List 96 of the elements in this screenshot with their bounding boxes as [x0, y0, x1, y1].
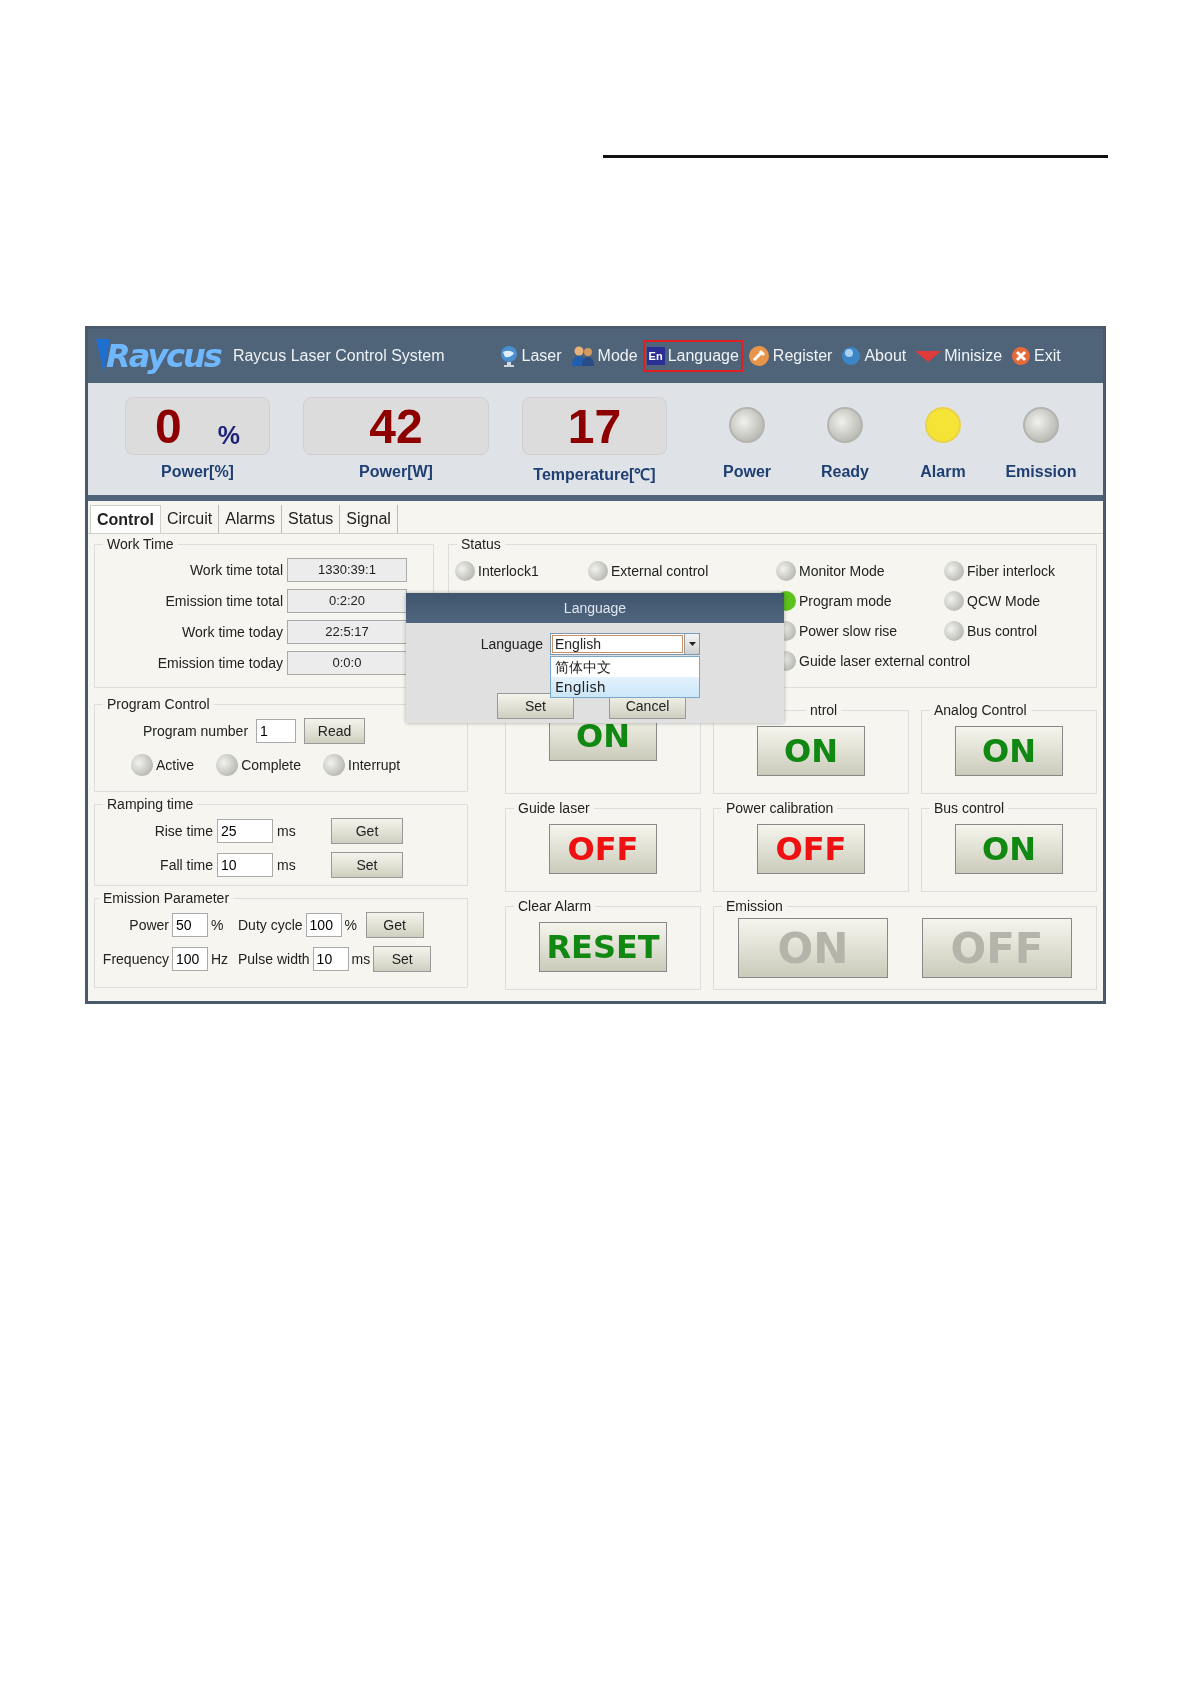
status-label: Program mode — [799, 593, 892, 609]
group-title: Status — [460, 536, 502, 552]
state-label: Interrupt — [348, 757, 401, 773]
group-title: Power calibration — [725, 800, 835, 816]
input-field[interactable]: 10 — [312, 947, 349, 971]
action-button[interactable]: Get — [365, 912, 424, 938]
lamp-label: Ready — [821, 463, 869, 481]
tab[interactable]: Control — [90, 505, 161, 533]
tab[interactable]: Signal — [340, 505, 398, 533]
dropdown-option[interactable]: English — [551, 677, 699, 697]
status-label: Monitor Mode — [799, 563, 885, 579]
input-field[interactable]: 50 — [172, 913, 208, 937]
field-label: Program number — [143, 723, 249, 739]
lamp-label: Emission — [1005, 463, 1077, 481]
field-label: Power — [128, 917, 169, 933]
unit-label: % — [344, 917, 359, 933]
action-button[interactable]: Set — [331, 852, 403, 878]
unit-label: ms — [351, 951, 371, 967]
unit-label: ms — [277, 857, 297, 873]
group-title: Work Time — [106, 536, 175, 552]
dropdown-option[interactable]: 简体中文 — [551, 657, 699, 677]
readonly-field: 0:0:0 — [287, 650, 407, 675]
group-title: Analog Control — [933, 702, 1028, 718]
input-field[interactable]: 100 — [305, 913, 342, 937]
lamp-label: Power — [723, 463, 771, 481]
readout-unit: % — [217, 420, 240, 450]
state-label: Complete — [241, 757, 302, 773]
menu-item[interactable]: Laser — [494, 338, 566, 374]
read-button[interactable]: Read — [304, 718, 366, 744]
language-badge: En — [646, 347, 665, 365]
caret-icon — [688, 641, 696, 647]
app-title: Raycus Laser Control System — [232, 347, 445, 365]
input-field[interactable]: 25 — [217, 819, 273, 843]
menu-item[interactable]: Exit — [1007, 339, 1065, 373]
group-title: Ramping time — [106, 796, 195, 812]
readout-value: 17 — [567, 398, 622, 454]
tab[interactable]: Status — [282, 505, 341, 533]
action-button[interactable]: Set — [373, 946, 432, 972]
status-label: Fiber interlock — [967, 563, 1055, 579]
toggle-button[interactable]: RESET — [539, 922, 667, 972]
readout-value: 0 — [155, 398, 182, 454]
input-field[interactable]: 10 — [217, 853, 273, 877]
status-label: Power slow rise — [799, 623, 898, 639]
field-label: Work time today — [182, 623, 283, 640]
globe-icon — [498, 345, 519, 367]
group-title: Bus control — [933, 800, 1006, 816]
field-label: Emission time total — [165, 592, 283, 609]
group-title: Program Control — [106, 696, 211, 712]
field-label: Work time total — [189, 561, 283, 578]
logo-text: Raycus — [106, 337, 221, 375]
readout-label: Power[%] — [161, 463, 234, 481]
program-number-field[interactable]: 1 — [256, 719, 297, 743]
field-label: Rise time — [153, 823, 213, 839]
readonly-field: 22:5:17 — [287, 619, 407, 644]
field-label: Emission time today — [157, 654, 283, 671]
language-dropdown[interactable]: English — [550, 633, 700, 655]
status-label: QCW Mode — [967, 593, 1041, 609]
status-label: Guide laser external control — [799, 653, 971, 669]
group-title: Emission Parameter — [102, 890, 231, 906]
group-title: ntrol — [809, 702, 839, 718]
action-button[interactable]: Get — [331, 818, 403, 844]
field-label: Fall time — [159, 857, 213, 873]
input-field[interactable]: 100 — [172, 947, 208, 971]
status-label: Bus control — [967, 623, 1038, 639]
lamp-label: Alarm — [920, 463, 966, 481]
readout-label: Temperature[℃] — [533, 465, 656, 485]
menu-item[interactable]: Mode — [566, 338, 642, 374]
triangle-down-icon — [915, 349, 942, 363]
unit-label: Hz — [211, 951, 229, 967]
group-title: Clear Alarm — [517, 898, 593, 914]
menu-item[interactable]: Minisize — [911, 340, 1007, 372]
tab[interactable]: Alarms — [219, 505, 282, 533]
group-title: Guide laser — [517, 800, 591, 816]
field-label: Frequency — [101, 951, 169, 967]
group-title: Emission — [725, 898, 784, 914]
sphere-icon — [841, 346, 862, 366]
menu-item[interactable]: En Language — [642, 340, 743, 372]
close-icon — [1011, 346, 1032, 366]
status-label: External control — [611, 563, 709, 579]
field-label: Language — [480, 636, 543, 652]
readout-label: Power[W] — [359, 463, 433, 481]
menu-item[interactable]: About — [837, 339, 911, 373]
tab[interactable]: Circuit — [160, 505, 220, 533]
dialog-title: Language — [406, 593, 784, 623]
dialog-button[interactable]: Set — [497, 693, 574, 719]
readout-value: 42 — [369, 398, 423, 454]
state-label: Active — [156, 757, 195, 773]
field-label: Duty cycle — [238, 917, 303, 933]
status-label: Interlock1 — [478, 563, 539, 579]
readonly-field: 0:2:20 — [287, 588, 407, 613]
menu-item[interactable]: Register — [743, 338, 837, 374]
field-label: Pulse width — [238, 951, 310, 967]
people-icon — [570, 345, 595, 367]
readonly-field: 1330:39:1 — [287, 557, 407, 582]
unit-label: ms — [277, 823, 297, 839]
unit-label: % — [211, 917, 225, 933]
